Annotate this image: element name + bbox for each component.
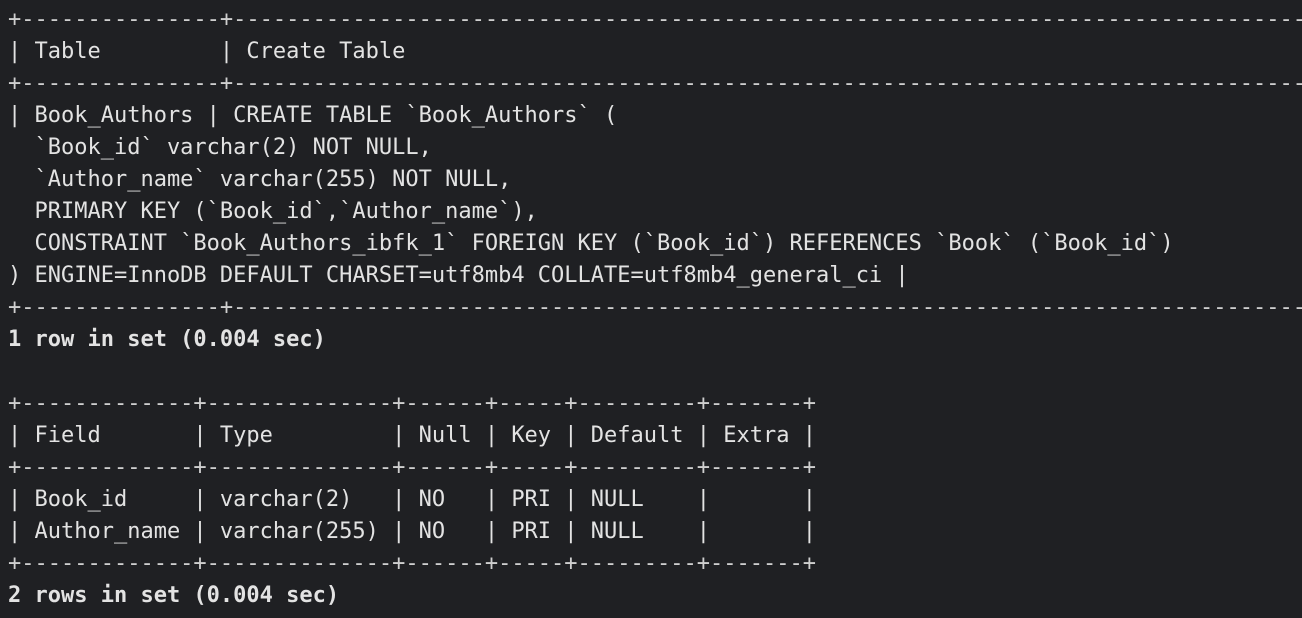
terminal-window[interactable]: +---------------+-----------------------… bbox=[0, 0, 1302, 618]
describe-border-mid: +-------------+--------------+------+---… bbox=[8, 455, 816, 480]
create-table-row: ) ENGINE=InnoDB DEFAULT CHARSET=utf8mb4 … bbox=[8, 263, 909, 288]
create-table-status: 1 row in set (0.004 sec) bbox=[8, 327, 326, 352]
create-table-row: `Book_id` varchar(2) NOT NULL, bbox=[8, 135, 432, 160]
describe-border-top: +-------------+--------------+------+---… bbox=[8, 391, 816, 416]
create-table-header: | Table | Create Table bbox=[8, 39, 406, 64]
create-table-row: CONSTRAINT `Book_Authors_ibfk_1` FOREIGN… bbox=[8, 231, 1174, 256]
create-table-border-mid: +---------------+-----------------------… bbox=[8, 71, 1302, 96]
create-table-border-top: +---------------+-----------------------… bbox=[8, 7, 1302, 32]
describe-row: | Author_name | varchar(255) | NO | PRI … bbox=[8, 519, 816, 544]
describe-row: | Book_id | varchar(2) | NO | PRI | NULL… bbox=[8, 487, 816, 512]
describe-header: | Field | Type | Null | Key | Default | … bbox=[8, 423, 816, 448]
describe-status: 2 rows in set (0.004 sec) bbox=[8, 583, 340, 608]
describe-border-bottom: +-------------+--------------+------+---… bbox=[8, 551, 816, 576]
create-table-border-bottom: +---------------+-----------------------… bbox=[8, 295, 1302, 320]
create-table-row: `Author_name` varchar(255) NOT NULL, bbox=[8, 167, 512, 192]
create-table-row: PRIMARY KEY (`Book_id`,`Author_name`), bbox=[8, 199, 538, 224]
create-table-row: | Book_Authors | CREATE TABLE `Book_Auth… bbox=[8, 103, 618, 128]
